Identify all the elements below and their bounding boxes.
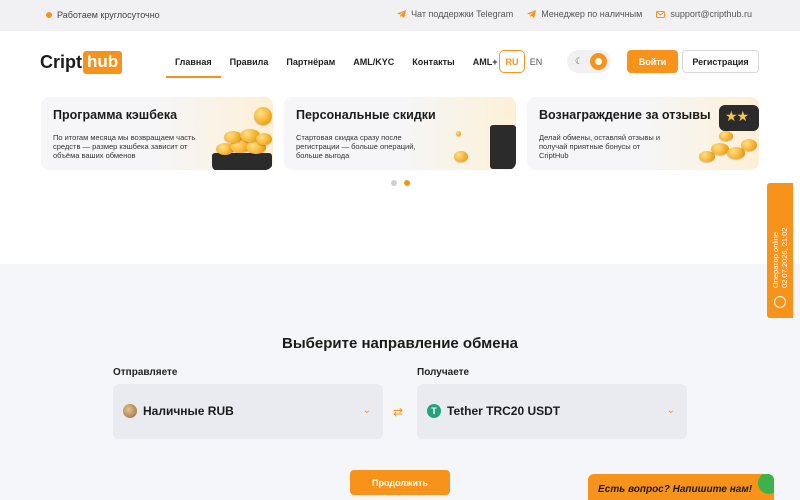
carousel-pagination [391,180,410,186]
nav-item-rules[interactable]: Правила [221,50,278,78]
receive-currency-select[interactable]: T Tether TRC20 USDT ⌄ [417,384,687,439]
operator-datetime: 02.07.2026, 21:02 [780,227,789,288]
chevron-down-icon: ⌄ [362,405,371,416]
mail-icon [656,10,666,18]
chat-icon [774,296,786,308]
operator-status: Оператор online [771,231,780,288]
chat-widget-button[interactable]: Есть вопрос? Напишите нам! [588,474,774,500]
nav-item-aml-kyc[interactable]: AML/KYC [344,50,403,78]
receive-label: Получаете [417,367,470,378]
send-label: Отправляете [113,367,178,378]
continue-button[interactable]: Продолжить [350,470,450,495]
stars-icon: ★★ [725,108,749,124]
promo-desc: По итогам месяца мы возвращаем часть сре… [53,133,196,160]
theme-toggle[interactable]: ☾ [567,50,611,73]
tether-icon: T [427,404,441,418]
telegram-icon [527,10,537,18]
stars-coins-illustration: ★★ [697,103,759,170]
promo-card-reviews[interactable]: Вознаграждение за отзывы Делай обмены, о… [527,97,759,170]
lang-en-button[interactable]: EN [523,50,549,73]
login-button[interactable]: Войти [627,50,678,73]
promo-title: Вознаграждение за отзывы [539,108,711,122]
online-dot-icon [46,12,52,18]
cash-manager-link[interactable]: Менеджер по наличным [527,9,642,19]
swap-direction-icon[interactable]: ⇄ [393,405,403,419]
carousel-dot[interactable] [391,180,397,186]
logo[interactable]: Cript hub [40,51,123,74]
operator-online-tab[interactable]: Оператор online 02.07.2026, 21:02 [767,183,793,318]
sun-icon [590,53,607,70]
promo-card-discounts[interactable]: Персональные скидки Стартовая скидка сра… [284,97,516,170]
main-header: Cript hub Главная Правила Партнёрам AML/… [0,31,800,95]
promo-card-cashback[interactable]: Программа кэшбека По итогам месяца мы во… [41,97,273,170]
telegram-icon [397,10,407,18]
send-currency-select[interactable]: Наличные RUB ⌄ [113,384,383,439]
nav-item-partners[interactable]: Партнёрам [277,50,344,78]
promo-desc: Стартовая скидка сразу после регистрации… [296,133,416,160]
telegram-support-link[interactable]: Чат поддержки Telegram [397,9,513,19]
status-text: Работаем круглосуточно [57,10,160,20]
lang-ru-button[interactable]: RU [499,50,525,73]
chevron-down-icon: ⌄ [666,405,675,416]
register-button[interactable]: Регистрация [682,50,759,73]
promo-desc: Делай обмены, оставляй отзывы и получай … [539,133,661,160]
top-bar: Работаем круглосуточно Чат поддержки Tel… [0,0,800,31]
chat-prompt: Есть вопрос? Напишите нам! [598,483,753,495]
cash-rub-icon [123,404,137,418]
nav-item-contacts[interactable]: Контакты [403,50,463,78]
status-indicator: Работаем круглосуточно [46,10,160,20]
promo-title: Персональные скидки [296,108,436,122]
exchange-section: Выберите направление обмена Отправляете … [0,264,800,500]
main-nav: Главная Правила Партнёрам AML/KYC Контак… [166,50,506,78]
nav-item-home[interactable]: Главная [166,50,221,78]
email-link[interactable]: support@cripthub.ru [656,9,752,19]
moon-icon: ☾ [575,56,584,66]
promo-title: Программа кэшбека [53,108,178,122]
carousel-dot-active[interactable] [404,180,410,186]
coins-pot-illustration [206,107,273,170]
chat-avatar-icon [758,474,774,494]
exchange-title: Выберите направление обмена [281,335,518,352]
coins-illustration [444,117,516,170]
